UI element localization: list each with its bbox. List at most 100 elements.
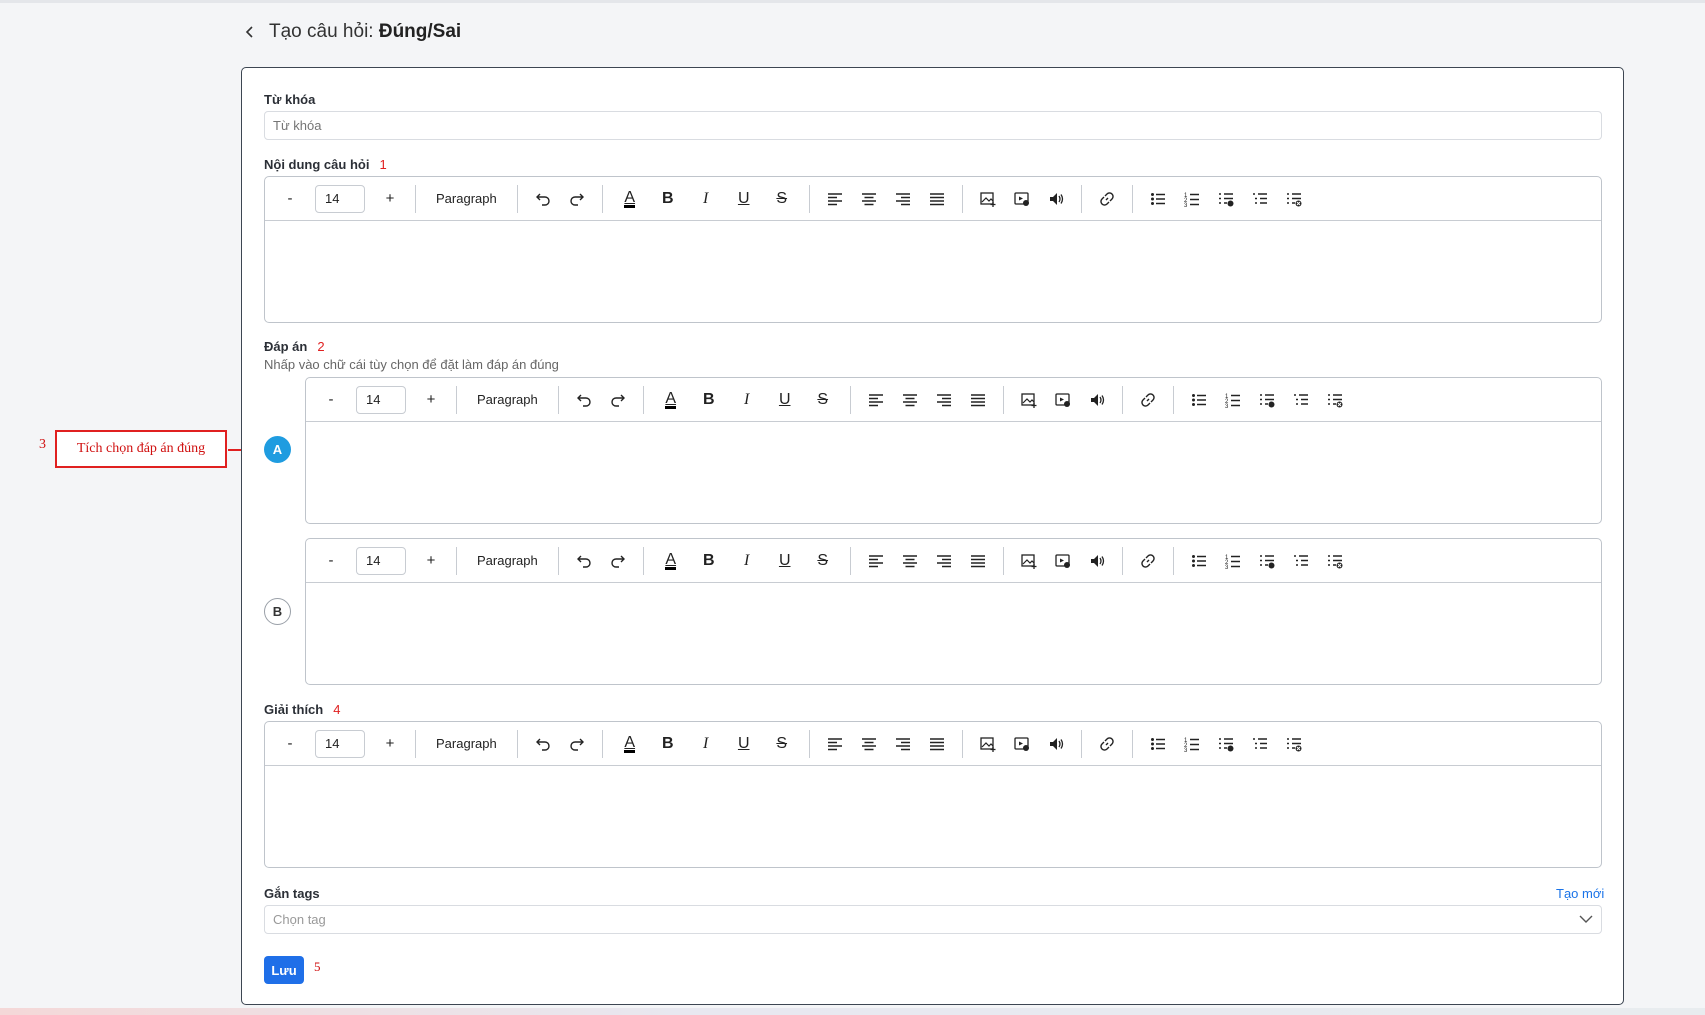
align-center-icon[interactable]	[895, 546, 925, 576]
save-button[interactable]: Lưu	[264, 956, 304, 984]
align-center-icon[interactable]	[854, 184, 884, 214]
bullet-list-icon[interactable]	[1143, 729, 1173, 759]
insert-audio-icon[interactable]	[1082, 546, 1112, 576]
underline-icon[interactable]: U	[768, 546, 802, 576]
undo-icon[interactable]	[569, 385, 599, 415]
numbered-list-icon[interactable]: 123	[1218, 385, 1248, 415]
undo-icon[interactable]	[528, 184, 558, 214]
paragraph-format-button[interactable]: Paragraph	[467, 546, 548, 576]
underline-icon[interactable]: U	[727, 729, 761, 759]
font-size-input[interactable]: 14	[356, 546, 406, 575]
check-list-icon[interactable]	[1252, 385, 1282, 415]
align-left-icon[interactable]	[861, 546, 891, 576]
font-size-decrease-button[interactable]: -	[275, 184, 305, 214]
insert-video-icon[interactable]	[1007, 184, 1037, 214]
insert-link-icon[interactable]	[1092, 184, 1122, 214]
insert-image-icon[interactable]	[973, 184, 1003, 214]
paragraph-format-button[interactable]: Paragraph	[467, 385, 548, 415]
text-color-icon[interactable]: A	[654, 546, 688, 576]
bold-icon[interactable]: B	[651, 729, 685, 759]
editor-content-area[interactable]	[306, 583, 1601, 684]
align-right-icon[interactable]	[929, 546, 959, 576]
text-color-icon[interactable]: A	[613, 184, 647, 214]
italic-icon[interactable]: I	[730, 385, 764, 415]
insert-audio-icon[interactable]	[1041, 729, 1071, 759]
italic-icon[interactable]: I	[730, 546, 764, 576]
insert-link-icon[interactable]	[1092, 729, 1122, 759]
underline-icon[interactable]: U	[768, 385, 802, 415]
insert-video-icon[interactable]	[1007, 729, 1037, 759]
redo-icon[interactable]	[562, 184, 592, 214]
font-size-decrease-button[interactable]: -	[316, 546, 346, 576]
paragraph-format-button[interactable]: Paragraph	[426, 184, 507, 214]
paragraph-format-button[interactable]: Paragraph	[426, 729, 507, 759]
insert-link-icon[interactable]	[1133, 385, 1163, 415]
font-size-input[interactable]: 14	[315, 184, 365, 213]
bold-icon[interactable]: B	[651, 184, 685, 214]
dotted-list-icon[interactable]	[1245, 184, 1275, 214]
font-size-increase-button[interactable]: +	[375, 729, 405, 759]
align-left-icon[interactable]	[861, 385, 891, 415]
font-size-increase-button[interactable]: +	[375, 184, 405, 214]
align-center-icon[interactable]	[854, 729, 884, 759]
clear-list-icon[interactable]	[1320, 546, 1350, 576]
insert-audio-icon[interactable]	[1041, 184, 1071, 214]
tag-select[interactable]: Chọn tag	[264, 905, 1602, 934]
font-size-increase-button[interactable]: +	[416, 385, 446, 415]
insert-video-icon[interactable]	[1048, 546, 1078, 576]
keyword-input[interactable]	[264, 111, 1602, 140]
insert-image-icon[interactable]	[973, 729, 1003, 759]
insert-video-icon[interactable]	[1048, 385, 1078, 415]
strikethrough-icon[interactable]: S	[806, 546, 840, 576]
strikethrough-icon[interactable]: S	[765, 184, 799, 214]
align-left-icon[interactable]	[820, 184, 850, 214]
create-tag-link[interactable]: Tạo mới	[1556, 886, 1604, 901]
redo-icon[interactable]	[603, 546, 633, 576]
bold-icon[interactable]: B	[692, 385, 726, 415]
underline-icon[interactable]: U	[727, 184, 761, 214]
insert-audio-icon[interactable]	[1082, 385, 1112, 415]
text-color-icon[interactable]: A	[654, 385, 688, 415]
align-justify-icon[interactable]	[922, 184, 952, 214]
font-size-decrease-button[interactable]: -	[316, 385, 346, 415]
numbered-list-icon[interactable]: 123	[1177, 729, 1207, 759]
bullet-list-icon[interactable]	[1184, 385, 1214, 415]
undo-icon[interactable]	[569, 546, 599, 576]
font-size-input[interactable]: 14	[356, 385, 406, 414]
align-right-icon[interactable]	[888, 184, 918, 214]
insert-image-icon[interactable]	[1014, 385, 1044, 415]
font-size-increase-button[interactable]: +	[416, 546, 446, 576]
check-list-icon[interactable]	[1252, 546, 1282, 576]
editor-content-area[interactable]	[265, 221, 1601, 322]
italic-icon[interactable]: I	[689, 729, 723, 759]
insert-image-icon[interactable]	[1014, 546, 1044, 576]
bullet-list-icon[interactable]	[1184, 546, 1214, 576]
chevron-left-icon[interactable]	[241, 23, 259, 41]
strikethrough-icon[interactable]: S	[806, 385, 840, 415]
redo-icon[interactable]	[562, 729, 592, 759]
align-justify-icon[interactable]	[963, 385, 993, 415]
redo-icon[interactable]	[603, 385, 633, 415]
dotted-list-icon[interactable]	[1286, 385, 1316, 415]
clear-list-icon[interactable]	[1279, 729, 1309, 759]
editor-content-area[interactable]	[306, 422, 1601, 523]
option-b-button[interactable]: B	[264, 598, 291, 625]
align-center-icon[interactable]	[895, 385, 925, 415]
font-size-input[interactable]: 14	[315, 729, 365, 758]
italic-icon[interactable]: I	[689, 184, 723, 214]
bullet-list-icon[interactable]	[1143, 184, 1173, 214]
numbered-list-icon[interactable]: 123	[1177, 184, 1207, 214]
text-color-icon[interactable]: A	[613, 729, 647, 759]
font-size-decrease-button[interactable]: -	[275, 729, 305, 759]
align-justify-icon[interactable]	[963, 546, 993, 576]
numbered-list-icon[interactable]: 123	[1218, 546, 1248, 576]
dotted-list-icon[interactable]	[1286, 546, 1316, 576]
dotted-list-icon[interactable]	[1245, 729, 1275, 759]
align-justify-icon[interactable]	[922, 729, 952, 759]
align-right-icon[interactable]	[888, 729, 918, 759]
option-a-button[interactable]: A	[264, 436, 291, 463]
align-left-icon[interactable]	[820, 729, 850, 759]
insert-link-icon[interactable]	[1133, 546, 1163, 576]
clear-list-icon[interactable]	[1320, 385, 1350, 415]
bold-icon[interactable]: B	[692, 546, 726, 576]
